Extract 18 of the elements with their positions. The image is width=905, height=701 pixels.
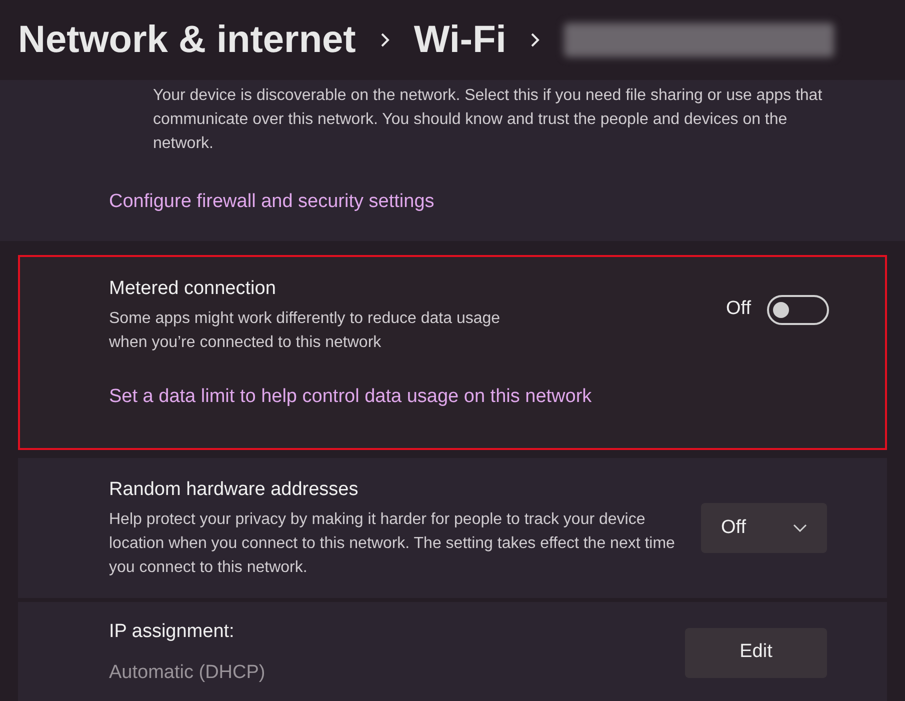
chevron-right-icon bbox=[380, 32, 390, 48]
edit-button[interactable]: Edit bbox=[685, 628, 827, 678]
chevron-down-icon bbox=[793, 524, 807, 532]
setting-title: IP assignment: bbox=[109, 620, 236, 644]
metered-toggle[interactable] bbox=[767, 294, 829, 324]
setting-description: Some apps might work differently to reduce data usage when you’re connected to this network bbox=[109, 309, 502, 353]
setting-title: Random hardware addresses bbox=[109, 478, 360, 502]
firewall-link[interactable]: Configure firewall and security settings bbox=[109, 188, 796, 216]
setting-value: Automatic (DHCP) bbox=[109, 660, 266, 684]
setting-title: Metered connection bbox=[109, 276, 277, 300]
dropdown[interactable]: Off bbox=[701, 502, 827, 553]
data-limit-link[interactable]: Set a data limit to help control data usage on this network bbox=[109, 383, 829, 412]
toggle-state-label: Off bbox=[726, 297, 751, 322]
page-title: Wi-Fi bbox=[414, 18, 506, 62]
setting-description: Help protect your privacy by making it harder for people to track your device location when you connect to this network. The setting takes effect the next time you connect to this network. bbox=[109, 510, 676, 578]
chevron-right-icon bbox=[530, 32, 540, 48]
breadcrumb-link[interactable]: Network & internet bbox=[18, 12, 356, 68]
discovery-description: Your device is discoverable on the network. Select this if you need file sharing or use apps that communicate over this network. You should know and trust the people and devices on the network. bbox=[152, 86, 823, 154]
